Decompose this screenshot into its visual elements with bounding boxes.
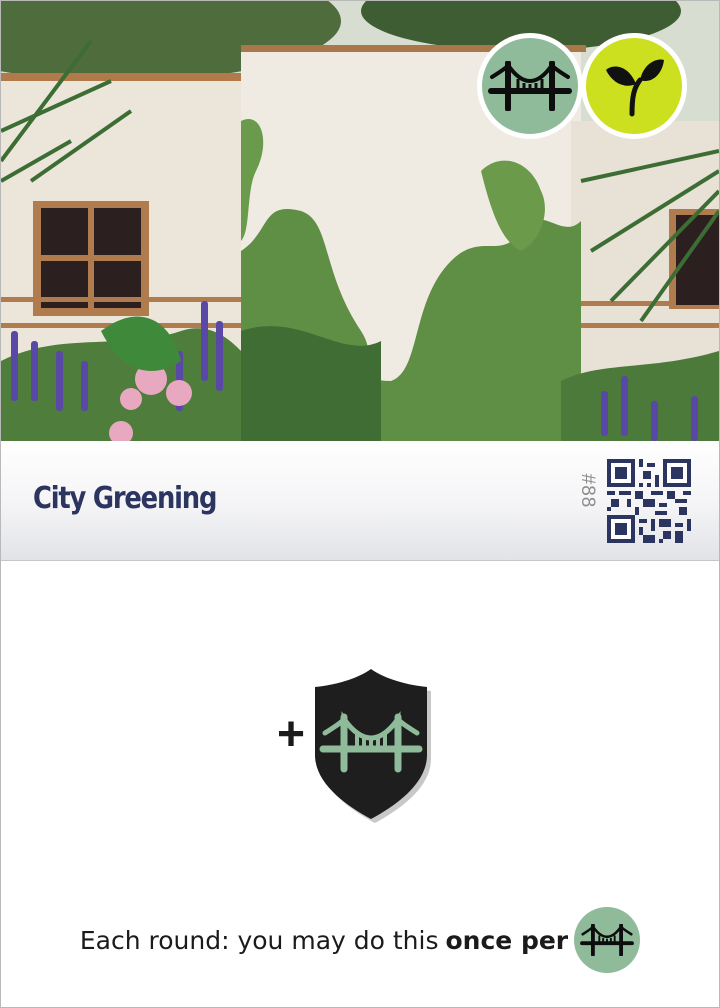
- qr-code: [607, 459, 691, 543]
- rule-text: Each round: you may do this once per: [1, 905, 719, 975]
- game-card[interactable]: City Greening #88 + Each round: you may …: [0, 0, 720, 1008]
- defense-shield-icon: [315, 669, 431, 823]
- rule-text-main: Each round: you may do this: [79, 925, 439, 955]
- sprout-icon: [606, 59, 664, 117]
- card-tags: [477, 33, 687, 139]
- bridge-icon: [580, 924, 635, 956]
- rule-bridge-chip: [574, 907, 641, 973]
- tag-infrastructure: [477, 33, 583, 139]
- card-title: City Greening: [33, 481, 217, 516]
- tag-plant: [581, 33, 687, 139]
- effect-plus: +: [277, 708, 306, 761]
- card-number: #88: [577, 473, 598, 509]
- bridge-icon: [488, 61, 572, 111]
- rule-text-emphasis: once per: [445, 925, 569, 955]
- card-illustration: [1, 1, 719, 441]
